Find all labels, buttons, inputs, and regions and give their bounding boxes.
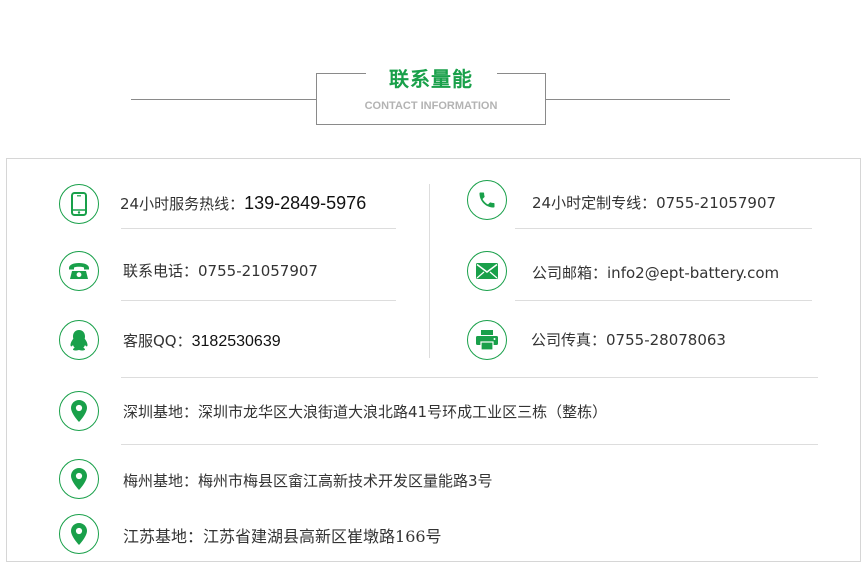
qq-penguin-icon (59, 320, 99, 360)
fax-number[interactable]: 0755-28078063 (606, 331, 726, 349)
phone-label: 联系电话： (123, 262, 199, 280)
custom-line-row: 24小时定制专线：0755-21057907 (532, 193, 776, 213)
location-pin-icon (59, 514, 99, 554)
separator-phone (121, 300, 396, 301)
location-pin-icon (59, 391, 99, 431)
header-line-left (131, 99, 316, 100)
separator-email (515, 300, 812, 301)
hotline-label: 24小时服务热线： (120, 195, 245, 213)
qq-number[interactable]: 3182530639 (192, 333, 281, 350)
email-address[interactable]: info2@ept-battery.com (607, 264, 779, 282)
phone-handset-icon (467, 180, 507, 220)
email-row: 公司邮箱：info2@ept-battery.com (532, 263, 779, 283)
separator-custom-line (515, 228, 812, 229)
hotline-row: 24小时服务热线：139-2849-5976 (120, 193, 366, 214)
hotline-number[interactable]: 139-2849-5976 (244, 193, 366, 213)
section-title: 联系量能 (389, 67, 473, 91)
phone-number[interactable]: 0755-21057907 (198, 262, 318, 280)
custom-line-label: 24小时定制专线： (532, 194, 657, 212)
custom-line-number[interactable]: 0755-21057907 (656, 194, 776, 212)
column-divider (429, 184, 430, 358)
phone-row: 联系电话：0755-21057907 (123, 261, 318, 281)
meizhou-base-row: 梅州基地：梅州市梅县区畲江高新技术开发区量能路3号 (123, 471, 493, 491)
jiangsu-base-address: 江苏省建湖县高新区崔墩路166号 (203, 527, 442, 546)
shenzhen-base-label: 深圳基地： (123, 403, 199, 421)
fax-label: 公司传真： (531, 331, 607, 349)
header-line-right (546, 99, 730, 100)
mobile-phone-icon (59, 184, 99, 224)
meizhou-base-label: 梅州基地： (123, 472, 199, 490)
jiangsu-base-label: 江苏基地： (123, 527, 204, 546)
telephone-icon (59, 251, 99, 291)
separator-qq-fax (121, 377, 818, 378)
section-subtitle: CONTACT INFORMATION (364, 100, 498, 112)
separator-shenzhen (121, 444, 818, 445)
shenzhen-base-row: 深圳基地：深圳市龙华区大浪街道大浪北路41号环成工业区三栋（整栋） (123, 402, 607, 422)
separator-hotline (121, 228, 396, 229)
qq-label: 客服QQ： (123, 332, 192, 350)
location-pin-icon (59, 459, 99, 499)
email-label: 公司邮箱： (532, 264, 608, 282)
fax-row: 公司传真：0755-28078063 (531, 330, 726, 350)
shenzhen-base-address: 深圳市龙华区大浪街道大浪北路41号环成工业区三栋（整栋） (198, 403, 608, 421)
printer-icon (467, 320, 507, 360)
qq-row: 客服QQ：3182530639 (123, 331, 281, 352)
meizhou-base-address: 梅州市梅县区畲江高新技术开发区量能路3号 (198, 472, 493, 490)
envelope-icon (467, 251, 507, 291)
jiangsu-base-row: 江苏基地：江苏省建湖县高新区崔墩路166号 (123, 527, 442, 547)
contact-card (6, 158, 861, 562)
